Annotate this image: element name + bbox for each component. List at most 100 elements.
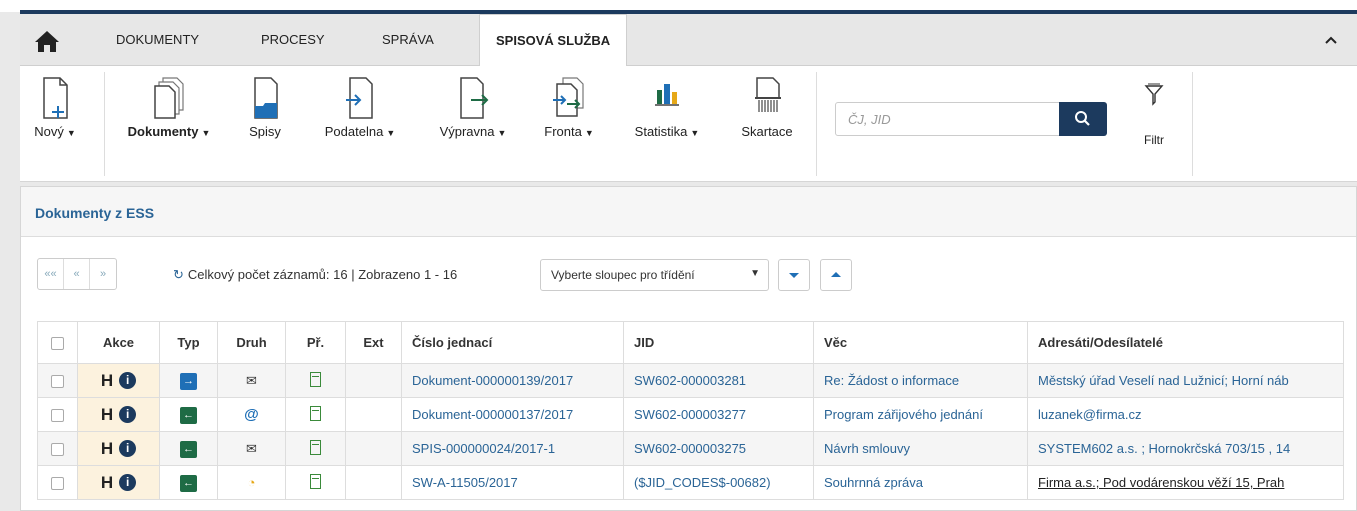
vypravna-button[interactable]: Výpravna ▼	[428, 76, 518, 139]
attachment-doc-icon[interactable]	[310, 405, 321, 421]
cislo-jednaci[interactable]: SW-A-11505/2017	[401, 465, 624, 500]
sort-select-label: Vyberte sloupec pro třídění	[551, 268, 695, 282]
fronta-button[interactable]: Fronta ▼	[534, 76, 604, 139]
tab-procesy[interactable]: PROCESY	[261, 14, 325, 66]
info-icon[interactable]: i	[119, 440, 137, 457]
top-accent	[0, 0, 1357, 14]
statistika-button[interactable]: Statistika ▼	[622, 76, 712, 139]
tab-sprava[interactable]: SPRÁVA	[382, 14, 434, 66]
envelope-icon: ✉	[217, 363, 286, 398]
incoming-icon: →	[180, 372, 197, 390]
col-vec[interactable]: Věc	[813, 321, 1028, 364]
home-icon[interactable]	[32, 26, 62, 56]
select-all-cell	[37, 321, 78, 364]
table-row[interactable]: Hi ← ✉ SPIS-000000024/2017-1 SW602-00000…	[37, 431, 1344, 466]
spisy-button[interactable]: Spisy	[242, 76, 288, 139]
history-button[interactable]: H	[101, 473, 113, 492]
history-button[interactable]: H	[101, 371, 113, 390]
post-horn-icon: ◔	[217, 465, 286, 500]
table-row[interactable]: Hi ← ◔ SW-A-11505/2017 ($JID_CODES$-0068…	[37, 465, 1344, 500]
attachment-doc-icon[interactable]	[310, 473, 321, 489]
jid[interactable]: ($JID_CODES$-00682)	[623, 465, 814, 500]
dropdown-arrow-icon: ▼	[750, 268, 760, 279]
sort-ascending-button[interactable]	[820, 259, 852, 291]
info-icon[interactable]: i	[119, 474, 137, 491]
adresati[interactable]: Městský úřad Veselí nad Lužnicí; Horní n…	[1027, 363, 1344, 398]
adresati[interactable]: luzanek@firma.cz	[1027, 397, 1344, 432]
adresati[interactable]: Firma a.s.; Pod vodárenskou věží 15, Pra…	[1038, 475, 1284, 490]
row-checkbox[interactable]	[51, 477, 64, 491]
documents-panel: Dokumenty z ESS «« « » ↻ Celkový počet zá…	[20, 186, 1357, 511]
filter-label: Filtr	[1144, 133, 1164, 147]
podatelna-button[interactable]: Podatelna ▼	[312, 76, 408, 139]
jid[interactable]: SW602-000003281	[623, 363, 814, 398]
col-akce[interactable]: Akce	[77, 321, 160, 364]
caret-up-icon	[831, 272, 841, 277]
history-button[interactable]: H	[101, 439, 113, 458]
email-at-icon: @	[217, 397, 286, 432]
bar-chart-icon	[655, 84, 679, 106]
vec[interactable]: Návrh smlouvy	[813, 431, 1028, 466]
vypravna-label: Výpravna	[439, 124, 495, 139]
search-input[interactable]: ČJ, JID	[835, 102, 1075, 136]
tab-spisova-sluzba[interactable]: SPISOVÁ SLUŽBA	[479, 14, 628, 67]
skartace-button[interactable]: Skartace	[732, 76, 802, 139]
filter-button[interactable]: Filtr	[1136, 82, 1172, 147]
col-adresati[interactable]: Adresáti/Odesílatelé	[1027, 321, 1344, 364]
row-checkbox[interactable]	[51, 375, 64, 389]
documents-table: Akce Typ Druh Př. Ext Číslo jednací JID …	[37, 321, 1344, 500]
outgoing-icon: ←	[180, 474, 197, 492]
search-button[interactable]	[1059, 102, 1107, 136]
col-ext[interactable]: Ext	[345, 321, 402, 364]
row-checkbox[interactable]	[51, 409, 64, 423]
table-row[interactable]: Hi → ✉ Dokument-000000139/2017 SW602-000…	[37, 363, 1344, 398]
select-all-checkbox[interactable]	[51, 337, 64, 351]
prev-page-button[interactable]: «	[64, 259, 90, 289]
info-icon[interactable]: i	[119, 372, 137, 389]
fronta-label: Fronta	[544, 124, 582, 139]
filter-icon	[1144, 83, 1164, 106]
new-button[interactable]: Nový ▼	[24, 76, 86, 139]
history-button[interactable]: H	[101, 405, 113, 424]
dokumenty-button[interactable]: Dokumenty ▼	[114, 76, 224, 139]
cislo-jednaci[interactable]: Dokument-000000137/2017	[401, 397, 624, 432]
ribbon-toolbar: Nový ▼ Dokumenty ▼ Spisy Podatelna ▼ Výprav…	[20, 66, 1357, 182]
refresh-icon[interactable]: ↻	[173, 267, 184, 282]
tab-dokumenty[interactable]: DOKUMENTY	[116, 14, 199, 66]
next-page-button[interactable]: »	[90, 259, 116, 289]
sort-descending-button[interactable]	[778, 259, 810, 291]
adresati-cell[interactable]: Firma a.s.; Pod vodárenskou věží 15, Pra…	[1027, 465, 1344, 500]
cislo-jednaci[interactable]: SPIS-000000024/2017-1	[401, 431, 624, 466]
vec[interactable]: Re: Žádost o informace	[813, 363, 1028, 398]
panel-title: Dokumenty z ESS	[21, 187, 1356, 237]
spisy-label: Spisy	[249, 124, 281, 139]
col-typ[interactable]: Typ	[159, 321, 218, 364]
dokumenty-label: Dokumenty	[127, 124, 199, 139]
first-page-button[interactable]: ««	[38, 259, 64, 289]
chevron-up-icon[interactable]	[1323, 32, 1339, 48]
jid[interactable]: SW602-000003275	[623, 431, 814, 466]
main-nav: DOKUMENTY PROCESY SPRÁVA SPISOVÁ SLUŽBA	[20, 14, 1357, 67]
vec[interactable]: Souhrnná zpráva	[813, 465, 1028, 500]
outgoing-icon: ←	[180, 440, 197, 458]
table-row[interactable]: Hi ← @ Dokument-000000137/2017 SW602-000…	[37, 397, 1344, 432]
adresati[interactable]: SYSTEM602 a.s. ; Hornokrčská 703/15 , 14	[1027, 431, 1344, 466]
sort-column-select[interactable]: Vyberte sloupec pro třídění ▼	[540, 259, 769, 291]
row-checkbox[interactable]	[51, 443, 64, 457]
col-cislo-jednaci[interactable]: Číslo jednací	[401, 321, 624, 364]
jid[interactable]: SW602-000003277	[623, 397, 814, 432]
col-druh[interactable]: Druh	[217, 321, 286, 364]
info-icon[interactable]: i	[119, 406, 137, 423]
outbox-document-icon	[460, 77, 489, 119]
attachment-doc-icon[interactable]	[310, 439, 321, 455]
record-count-text: Celkový počet záznamů: 16 | Zobrazeno 1 …	[187, 267, 458, 282]
caret-down-icon	[789, 273, 799, 278]
queue-icon	[553, 77, 584, 117]
col-jid[interactable]: JID	[623, 321, 814, 364]
cislo-jednaci[interactable]: Dokument-000000139/2017	[401, 363, 624, 398]
vec[interactable]: Program zářijového jednání	[813, 397, 1028, 432]
col-prilohy[interactable]: Př.	[285, 321, 346, 364]
attachment-doc-icon[interactable]	[310, 371, 321, 387]
inbox-document-icon	[346, 77, 373, 119]
pager: «« « »	[37, 258, 117, 290]
